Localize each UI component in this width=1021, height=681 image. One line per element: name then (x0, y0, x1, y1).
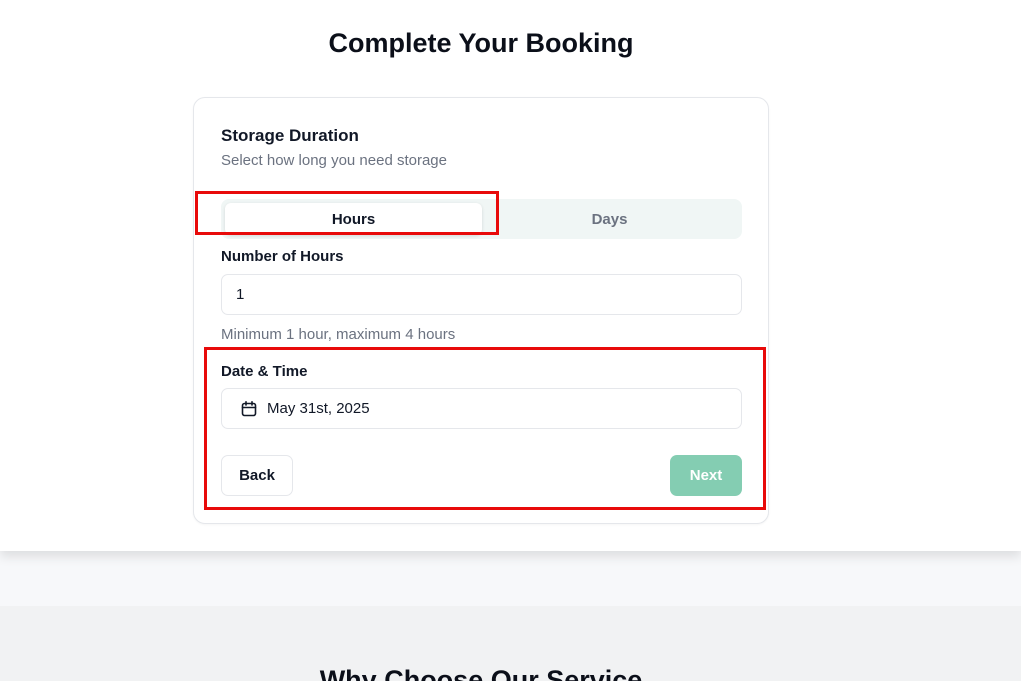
toggle-hours-button[interactable]: Hours (225, 203, 482, 235)
hours-hint: Minimum 1 hour, maximum 4 hours (221, 326, 456, 343)
duration-toggle: Hours Days (221, 199, 742, 239)
date-picker[interactable]: May 31st, 2025 (221, 388, 742, 429)
storage-duration-card: Storage Duration Select how long you nee… (193, 97, 769, 524)
hours-input[interactable] (221, 274, 742, 315)
why-choose-section: Why Choose Our Service (0, 606, 1021, 681)
date-value: May 31st, 2025 (267, 400, 370, 417)
back-button[interactable]: Back (221, 455, 293, 496)
page-title: Complete Your Booking (328, 28, 634, 58)
card-title: Storage Duration (221, 126, 359, 145)
card-subtitle: Select how long you need storage (221, 152, 447, 169)
toggle-days-button[interactable]: Days (481, 203, 738, 235)
calendar-icon (240, 400, 258, 418)
next-button[interactable]: Next (670, 455, 742, 496)
section-heading: Why Choose Our Service (319, 665, 643, 681)
section-divider-band (0, 551, 1021, 606)
date-time-label: Date & Time (221, 363, 308, 380)
booking-section: Complete Your Booking Storage Duration S… (0, 0, 1021, 551)
hours-label: Number of Hours (221, 248, 344, 265)
